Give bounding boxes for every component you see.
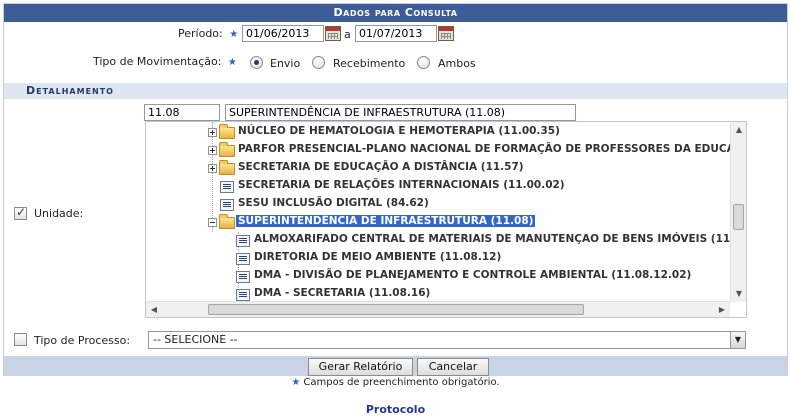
footnote-text: Campos de preenchimento obrigatório. [303, 377, 500, 388]
scroll-thumb[interactable] [733, 204, 744, 230]
document-icon [220, 199, 234, 211]
unidade-checkbox[interactable] [14, 205, 27, 220]
folder-icon [219, 160, 235, 175]
collapse-icon[interactable] [208, 218, 217, 227]
periodo-label: Período: [178, 27, 223, 40]
radio-envio-label[interactable]: Envio [270, 57, 300, 70]
periodo-separator: a [344, 28, 351, 41]
expand-icon[interactable] [208, 164, 217, 173]
calendar-icon[interactable] [438, 26, 454, 41]
radio-ambos[interactable] [417, 56, 430, 69]
unidade-name-input[interactable] [225, 104, 576, 121]
tree-node[interactable]: DMA - DIVISÃO DE PLANEJAMENTO E CONTROLE… [254, 266, 691, 284]
unidade-tree[interactable]: NÚCLEO DE HEMATOLOGIA E HEMOTERAPIA (11.… [145, 121, 747, 318]
movimentacao-row: Tipo de Movimentação: ★ [93, 55, 237, 68]
tree-node[interactable]: SESU INCLUSÃO DIGITAL (84.62) [238, 194, 429, 212]
document-icon [236, 253, 250, 265]
expand-icon[interactable] [208, 146, 217, 155]
unidade-label: Unidade: [34, 207, 84, 220]
panel-title: Dados para Consulta [4, 4, 787, 22]
radio-recebimento[interactable] [312, 56, 325, 69]
scroll-thumb[interactable] [208, 304, 584, 315]
tree-node[interactable]: NÚCLEO DE HEMATOLOGIA E HEMOTERAPIA (11.… [238, 122, 560, 140]
periodo-row: Período: ★ [178, 27, 238, 40]
tree-connector [212, 122, 213, 232]
required-star-icon: ★ [291, 377, 301, 388]
section-detalhamento: Detalhamento [4, 83, 787, 99]
button-bar: Gerar Relatório Cancelar [4, 356, 787, 376]
tree-vertical-scrollbar[interactable]: ▲ ▼ [730, 122, 746, 302]
tree-node[interactable]: PARFOR PRESENCIAL-PLANO NACIONAL DE FORM… [238, 140, 746, 158]
processo-select-value: -- SELECIONE -- [153, 333, 238, 346]
scroll-left-icon[interactable]: ◀ [146, 302, 162, 317]
calendar-icon[interactable] [325, 26, 341, 41]
scroll-down-icon[interactable]: ▼ [731, 286, 746, 302]
radio-recebimento-label[interactable]: Recebimento [333, 57, 405, 70]
document-icon [236, 271, 250, 283]
selected-node-label: SUPERINTENDÊNCIA DE INFRAESTRUTURA (11.0… [236, 215, 536, 227]
document-icon [236, 235, 250, 247]
tree-node[interactable]: ALMOXARIFADO CENTRAL DE MATERIAIS DE MAN… [254, 230, 746, 248]
required-footnote: ★ Campos de preenchimento obrigatório. [0, 377, 791, 388]
tree-node[interactable]: DIRETORIA DE MEIO AMBIENTE (11.08.12) [254, 248, 501, 266]
document-icon [220, 181, 234, 193]
processo-checkbox[interactable] [14, 333, 27, 346]
required-star-icon: ★ [229, 29, 239, 40]
scroll-up-icon[interactable]: ▲ [731, 122, 746, 138]
consulta-panel: Dados para Consulta Período: ★ a Tipo de… [3, 3, 788, 376]
dropdown-arrow-icon[interactable]: ▼ [730, 332, 745, 348]
processo-label: Tipo de Processo: [34, 334, 131, 347]
tree-node[interactable]: SECRETARIA DE RELAÇÕES INTERNACIONAIS (1… [238, 176, 565, 194]
radio-envio[interactable] [250, 56, 263, 69]
periodo-start-input[interactable] [242, 25, 324, 42]
unidade-code-input[interactable] [144, 104, 220, 121]
tree-node-selected[interactable]: SUPERINTENDÊNCIA DE INFRAESTRUTURA (11.0… [236, 212, 536, 230]
tree-node[interactable]: SECRETARIA DE EDUCAÇÃO A DISTÂNCIA (11.5… [238, 158, 524, 176]
gerar-relatorio-button[interactable]: Gerar Relatório [308, 358, 413, 376]
protocolo-link[interactable]: Protocolo [0, 403, 791, 416]
scroll-right-icon[interactable]: ▶ [714, 302, 730, 317]
folder-icon [219, 142, 235, 157]
document-icon [236, 289, 250, 301]
folder-open-icon [219, 214, 235, 229]
processo-select[interactable]: -- SELECIONE -- ▼ [148, 331, 746, 349]
tree-horizontal-scrollbar[interactable]: ◀ ▶ [146, 301, 730, 317]
movimentacao-label: Tipo de Movimentação: [93, 55, 222, 68]
expand-icon[interactable] [208, 128, 217, 137]
cancel-button[interactable]: Cancelar [417, 358, 489, 376]
required-star-icon: ★ [227, 57, 237, 68]
periodo-end-input[interactable] [355, 25, 437, 42]
tree-node[interactable]: DMA - SECRETARIA (11.08.16) [254, 284, 430, 302]
radio-ambos-label[interactable]: Ambos [438, 57, 476, 70]
folder-icon [219, 124, 235, 139]
